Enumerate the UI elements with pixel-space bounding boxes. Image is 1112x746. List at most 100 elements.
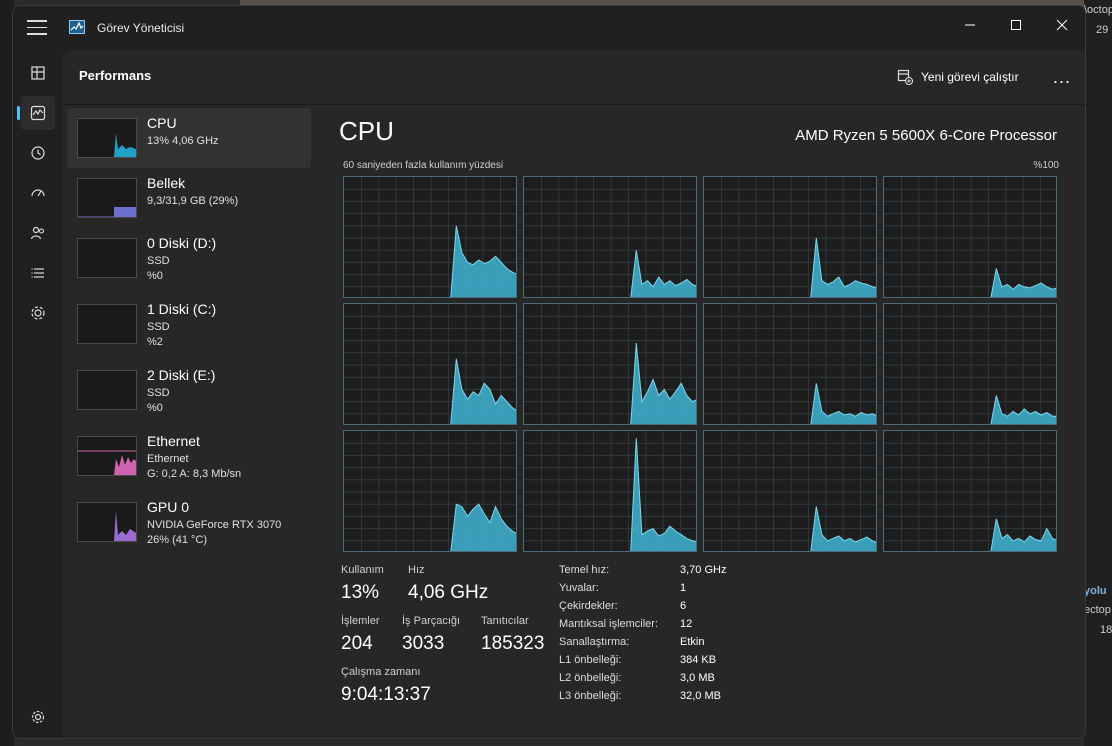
run-new-task-button[interactable]: Yeni görevi çalıştır: [897, 66, 1019, 88]
nav-app-history[interactable]: [21, 136, 55, 170]
device-type: SSD: [147, 321, 170, 333]
minimize-icon: [965, 24, 975, 26]
logical-processor-graph: [523, 176, 697, 298]
speed-value: 4,06 GHz: [408, 582, 489, 603]
logical-processor-graph: [883, 303, 1057, 425]
logical-processors-value: 12: [680, 618, 693, 630]
device-usage: %0: [147, 402, 163, 414]
device-type: Ethernet: [147, 453, 189, 465]
device-item-ethernet[interactable]: Ethernet Ethernet G: 0,2 A: 8,3 Mb/sn: [67, 426, 311, 486]
cpu-graph-svg: [704, 304, 876, 424]
l3-cache-value: 32,0 MB: [680, 690, 721, 702]
cpu-graph-svg: [524, 304, 696, 424]
logical-processor-graph: [883, 176, 1057, 298]
device-name: Ethernet: [147, 433, 200, 449]
background-text: ectop: [1084, 604, 1111, 616]
threads-value: 3033: [402, 633, 445, 654]
cpu-graph-svg: [344, 431, 516, 551]
cpu-model: AMD Ryzen 5 5600X 6-Core Processor: [795, 127, 1057, 144]
device-item-memory[interactable]: Bellek 9,3/31,9 GB (29%): [67, 168, 311, 228]
logical-processor-graph: [703, 176, 877, 298]
cpu-graph-svg: [344, 304, 516, 424]
device-model: NVIDIA GeForce RTX 3070: [147, 519, 282, 531]
run-new-task-icon: [897, 69, 913, 85]
cpu-graph-svg: [524, 431, 696, 551]
device-item-gpu[interactable]: GPU 0 NVIDIA GeForce RTX 3070 26% (41 °C…: [67, 492, 311, 552]
cpu-graph-svg: [344, 177, 516, 297]
logical-processor-graph: [883, 430, 1057, 552]
background-text: yolu: [1084, 585, 1107, 597]
sockets-label: Yuvalar:: [559, 582, 599, 594]
device-item-disk-0[interactable]: 0 Diski (D:) SSD %0: [67, 228, 311, 288]
more-options-button[interactable]: ...: [1049, 66, 1075, 88]
usage-label: Kullanım: [341, 564, 384, 576]
details-icon: [31, 268, 44, 278]
logical-processor-graphs[interactable]: [343, 176, 1059, 554]
nav-startup-apps[interactable]: [21, 176, 55, 210]
logical-processor-graph: [523, 303, 697, 425]
device-name: 1 Diski (C:): [147, 301, 217, 317]
virtualization-label: Sanallaştırma:: [559, 636, 630, 648]
nav-services[interactable]: [21, 296, 55, 330]
logical-processor-graph: [343, 303, 517, 425]
uptime-value: 9:04:13:37: [341, 684, 431, 705]
nav-settings[interactable]: [21, 700, 55, 734]
navigation-rail: [13, 50, 63, 738]
usage-value: 13%: [341, 582, 380, 603]
virtualization-value: Etkin: [680, 636, 705, 648]
startup-icon: [31, 189, 45, 197]
nav-performance[interactable]: [17, 96, 55, 130]
app-title: Görev Yöneticisi: [97, 21, 185, 35]
nav-details[interactable]: [21, 256, 55, 290]
cpu-thumbnail-graph: [78, 133, 136, 157]
close-icon: [1056, 19, 1068, 31]
speed-label: Hız: [408, 564, 425, 576]
l2-cache-value: 3,0 MB: [680, 672, 715, 684]
memory-thumbnail: [77, 178, 137, 218]
disk-0-thumbnail: [77, 238, 137, 278]
minimize-button[interactable]: [947, 12, 993, 38]
background-text: \octop: [1084, 4, 1112, 16]
settings-icon: [31, 710, 45, 724]
gpu-thumbnail-graph: [78, 511, 136, 541]
background-text: 18: [1100, 624, 1112, 636]
close-button[interactable]: [1039, 12, 1085, 38]
cpu-title: CPU: [339, 116, 394, 146]
cpu-graph-svg: [704, 177, 876, 297]
nav-users[interactable]: [21, 216, 55, 250]
device-name: 2 Diski (E:): [147, 367, 216, 383]
desktop-right-edge: \octop 29 yolu ectop 18: [1084, 0, 1112, 746]
device-name: 0 Diski (D:): [147, 235, 217, 251]
services-icon: [31, 306, 45, 320]
task-manager-app-icon: [69, 20, 85, 34]
cores-label: Çekirdekler:: [559, 600, 618, 612]
device-detail: 13% 4,06 GHz: [147, 135, 219, 147]
cpu-detail-panel: CPU AMD Ryzen 5 5600X 6-Core Processor 6…: [339, 108, 1083, 738]
processes-label: İşlemler: [341, 615, 380, 627]
memory-thumbnail-graph: [78, 207, 136, 217]
maximize-button[interactable]: [993, 12, 1039, 38]
l1-cache-label: L1 önbelleği:: [559, 654, 622, 666]
ethernet-thumbnail: [77, 436, 137, 476]
logical-processors-label: Mantıksal işlemciler:: [559, 618, 659, 630]
device-item-disk-1[interactable]: 1 Diski (C:) SSD %2: [67, 294, 311, 354]
l3-cache-label: L3 önbelleği:: [559, 690, 622, 702]
handles-value: 185323: [481, 633, 545, 654]
logical-processor-graph: [343, 430, 517, 552]
device-item-cpu[interactable]: CPU 13% 4,06 GHz: [67, 108, 311, 168]
device-type: SSD: [147, 255, 170, 267]
hamburger-menu-icon[interactable]: [27, 20, 47, 36]
users-icon: [30, 226, 45, 240]
graph-caption: 60 saniyeden fazla kullanım yüzdesi: [343, 160, 504, 171]
nav-processes[interactable]: [21, 56, 55, 90]
ethernet-thumbnail-graph: [78, 450, 136, 475]
device-name: CPU: [147, 115, 177, 131]
cpu-thumbnail: [77, 118, 137, 158]
cpu-graph-svg: [704, 431, 876, 551]
cpu-graph-svg: [884, 431, 1056, 551]
page-title: Performans: [79, 68, 152, 83]
logical-processor-graph: [523, 430, 697, 552]
processes-icon: [31, 66, 45, 80]
device-item-disk-2[interactable]: 2 Diski (E:) SSD %0: [67, 360, 311, 420]
disk-1-thumbnail: [77, 304, 137, 344]
